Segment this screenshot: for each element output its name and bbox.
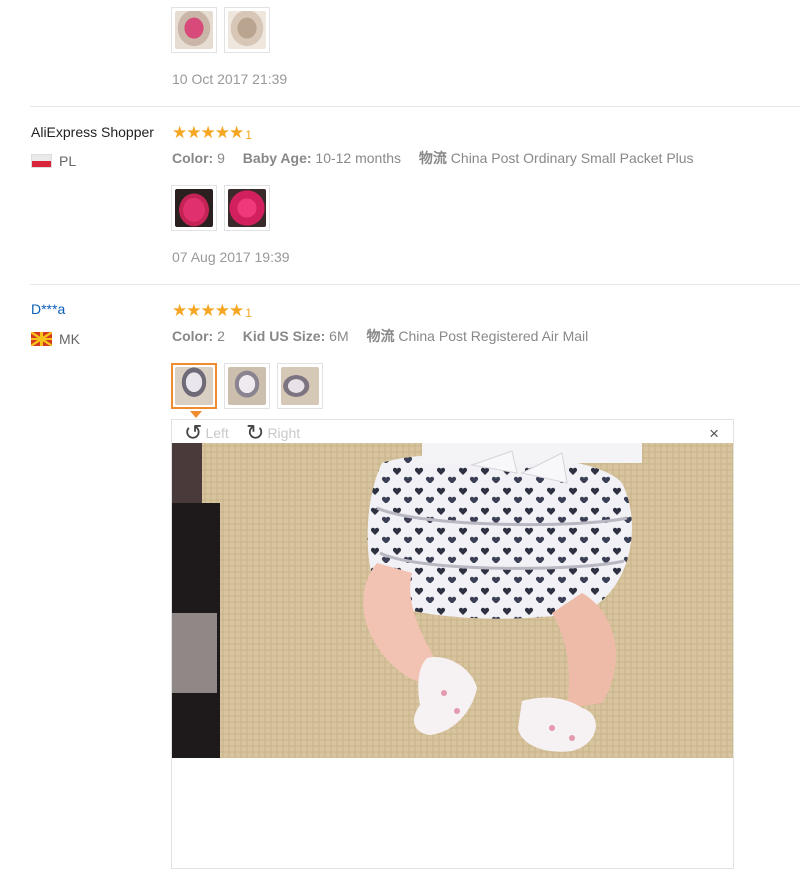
shipping-value: China Post Registered Air Mail — [398, 328, 589, 344]
star-icon: ★ — [186, 123, 201, 142]
reviewer-country: PL — [31, 153, 76, 169]
reviewer-country: MK — [31, 331, 80, 347]
star-icon: ★ — [229, 123, 244, 142]
review-photo-thumb[interactable] — [277, 363, 323, 409]
review-photo-thumb[interactable] — [224, 363, 270, 409]
review-date: 10 Oct 2017 21:39 — [172, 71, 288, 87]
review-attributes: Color: 9 Baby Age: 10-12 months 物流 China… — [172, 148, 694, 168]
review-divider — [30, 106, 800, 107]
color-label: Color: — [172, 150, 214, 166]
size-value: 6M — [329, 328, 349, 344]
review-photo-thumb[interactable] — [224, 7, 270, 53]
rotate-right-button[interactable]: ↻ Right — [246, 422, 300, 444]
star-rating: ★ ★ ★ ★ ★ 1 — [172, 124, 252, 141]
macedonia-flag-icon — [31, 332, 52, 346]
star-icon: ★ — [172, 123, 187, 142]
reviewer-name: AliExpress Shopper — [31, 124, 154, 140]
shipping-label: 物流 — [366, 328, 395, 344]
photo-viewer: ↺ Left ↻ Right × — [171, 419, 734, 869]
review-photo-thumb[interactable] — [171, 7, 217, 53]
baby-photo-illustration — [172, 443, 733, 758]
review-photo-thumb[interactable] — [171, 185, 217, 231]
star-icon: ★ — [172, 301, 187, 320]
star-icon: ★ — [200, 123, 216, 142]
shipping-label: 物流 — [418, 150, 447, 166]
rotate-left-icon: ↺ — [184, 420, 203, 445]
color-label: Color: — [172, 328, 214, 344]
rotate-left-label: Left — [205, 425, 229, 441]
star-icon: ★ — [186, 301, 201, 320]
age-label: Baby Age: — [242, 150, 312, 166]
country-code: PL — [59, 153, 77, 169]
rating-note: 1 — [245, 306, 252, 320]
review-photo-thumb-active[interactable] — [171, 363, 217, 409]
review-date: 07 Aug 2017 19:39 — [172, 249, 290, 265]
review-divider — [30, 284, 800, 285]
star-icon: ★ — [214, 301, 230, 320]
review-attributes: Color: 2 Kid US Size: 6M 物流 China Post R… — [172, 326, 588, 346]
active-thumb-pointer — [190, 411, 202, 418]
reviewer-name[interactable]: D***a — [31, 301, 65, 317]
star-rating: ★ ★ ★ ★ ★ 1 — [172, 302, 252, 319]
poland-flag-icon — [31, 154, 52, 168]
color-value: 9 — [217, 150, 225, 166]
size-label: Kid US Size: — [242, 328, 326, 344]
review-photo-thumb[interactable] — [224, 185, 270, 231]
enlarged-review-photo — [172, 443, 733, 758]
close-viewer-button[interactable]: × — [709, 424, 719, 444]
rotate-right-label: Right — [267, 425, 301, 441]
star-icon: ★ — [200, 301, 216, 320]
rating-note: 1 — [245, 128, 252, 142]
star-icon: ★ — [229, 301, 244, 320]
color-value: 2 — [217, 328, 225, 344]
shipping-value: China Post Ordinary Small Packet Plus — [450, 150, 694, 166]
rotate-right-icon: ↻ — [246, 420, 265, 445]
star-icon: ★ — [214, 123, 230, 142]
rotate-left-button[interactable]: ↺ Left — [184, 422, 229, 444]
age-value: 10-12 months — [315, 150, 402, 166]
country-code: MK — [59, 331, 80, 347]
